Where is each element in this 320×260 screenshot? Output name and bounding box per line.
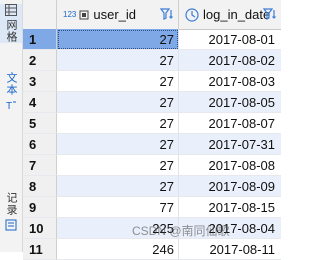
cell-log-in-date[interactable]: 2017-08-05	[179, 92, 281, 113]
row-number[interactable]: 11	[23, 239, 57, 260]
svg-text:T: T	[6, 101, 12, 111]
row-number[interactable]: 4	[23, 92, 57, 113]
row-number[interactable]: 9	[23, 197, 57, 218]
result-grid: 123 user_id log_in_date 1 27 2017-08-01 …	[23, 0, 281, 260]
cell-log-in-date[interactable]: 2017-08-11	[179, 239, 281, 260]
table-row[interactable]: 4 27 2017-08-05	[23, 92, 281, 113]
cell-log-in-date[interactable]: 2017-08-15	[179, 197, 281, 218]
filter-sort-icon[interactable]	[160, 7, 174, 21]
column-header-log-in-date[interactable]: log_in_date	[179, 0, 281, 29]
key-icon	[79, 10, 89, 19]
row-number[interactable]: 2	[23, 50, 57, 71]
column-label-log-in-date: log_in_date	[203, 7, 271, 22]
row-number[interactable]: 5	[23, 113, 57, 134]
table-row[interactable]: 3 27 2017-08-03	[23, 71, 281, 92]
tab-grid[interactable]: 网格	[0, 4, 22, 43]
cell-user-id[interactable]: 27	[57, 176, 179, 197]
cell-user-id[interactable]: 246	[57, 239, 179, 260]
grid-header: 123 user_id log_in_date	[23, 0, 281, 30]
table-row[interactable]: 8 27 2017-08-09	[23, 176, 281, 197]
table-row[interactable]: 6 27 2017-07-31	[23, 134, 281, 155]
tab-record[interactable]: 记录	[0, 192, 22, 231]
view-mode-rail: 网格 文本 T 记录	[0, 0, 23, 252]
row-number-header[interactable]	[23, 0, 57, 29]
cell-log-in-date[interactable]: 2017-08-01	[179, 29, 281, 50]
cell-log-in-date[interactable]: 2017-08-08	[179, 155, 281, 176]
date-icon	[185, 7, 199, 22]
row-number[interactable]: 6	[23, 134, 57, 155]
table-row[interactable]: 9 77 2017-08-15	[23, 197, 281, 218]
table-row[interactable]: 2 27 2017-08-02	[23, 50, 281, 71]
cell-log-in-date[interactable]: 2017-08-02	[179, 50, 281, 71]
cell-user-id[interactable]: 77	[57, 197, 179, 218]
grid-icon	[5, 4, 17, 16]
cell-user-id[interactable]: 27	[57, 50, 179, 71]
cell-user-id[interactable]: 27	[57, 155, 179, 176]
filter-sort-icon[interactable]	[263, 7, 277, 21]
table-row[interactable]: 7 27 2017-08-08	[23, 155, 281, 176]
watermark: CSDN @南同仙歌	[132, 224, 230, 238]
cell-log-in-date[interactable]: 2017-08-03	[179, 71, 281, 92]
cell-user-id[interactable]: 27	[57, 29, 179, 50]
tab-grid-label: 网格	[5, 19, 17, 43]
cell-user-id[interactable]: 27	[57, 92, 179, 113]
row-number[interactable]: 3	[23, 71, 57, 92]
tab-record-label: 记录	[5, 192, 17, 216]
table-row[interactable]: 1 27 2017-08-01	[23, 29, 281, 50]
cell-log-in-date[interactable]: 2017-08-09	[179, 176, 281, 197]
row-number[interactable]: 10	[23, 218, 57, 239]
numeric-type-icon: 123	[63, 9, 77, 19]
text-icon: T	[6, 101, 16, 111]
cell-user-id[interactable]: 27	[57, 134, 179, 155]
tab-text-label: 文本	[5, 72, 17, 96]
row-number[interactable]: 1	[23, 29, 57, 50]
cell-log-in-date[interactable]: 2017-08-07	[179, 113, 281, 134]
row-number[interactable]: 7	[23, 155, 57, 176]
column-label-user-id: user_id	[93, 7, 136, 22]
column-header-user-id[interactable]: 123 user_id	[57, 0, 179, 29]
record-icon	[5, 219, 17, 231]
tab-text[interactable]: 文本 T	[0, 72, 22, 111]
cell-user-id[interactable]: 27	[57, 113, 179, 134]
table-row[interactable]: 11 246 2017-08-11	[23, 239, 281, 260]
cell-user-id[interactable]: 27	[57, 71, 179, 92]
cell-log-in-date[interactable]: 2017-07-31	[179, 134, 281, 155]
table-row[interactable]: 5 27 2017-08-07	[23, 113, 281, 134]
row-number[interactable]: 8	[23, 176, 57, 197]
